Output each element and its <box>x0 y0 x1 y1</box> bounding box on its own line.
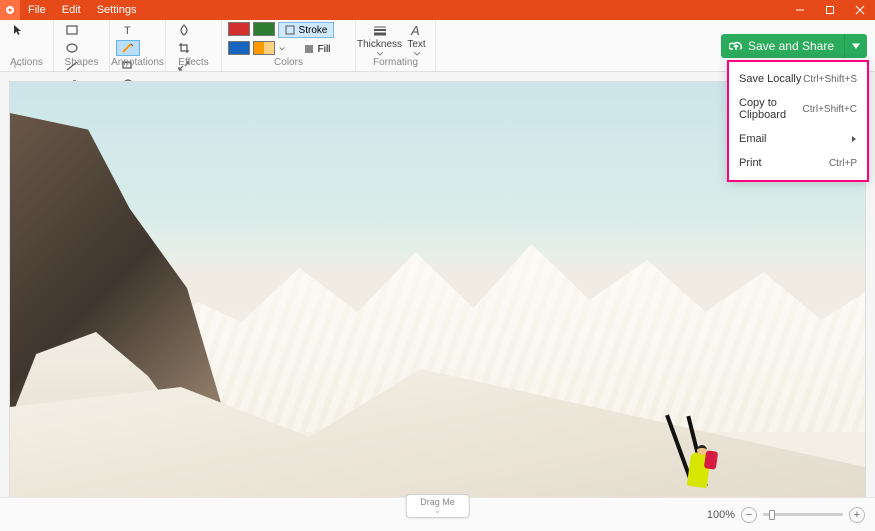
skier-figure <box>675 413 735 493</box>
status-bar: Drag Me ⌄ 100% − + <box>0 497 875 531</box>
menu-email[interactable]: Email <box>729 127 867 151</box>
svg-text:A: A <box>410 23 420 37</box>
menu-copy-clipboard-shortcut: Ctrl+Shift+C <box>803 104 857 115</box>
chevron-down-icon <box>377 52 383 56</box>
chevron-down-icon <box>414 52 420 56</box>
save-and-share-button[interactable]: Save and Share <box>721 34 844 58</box>
group-colors: Stroke Fill Colors <box>222 20 356 71</box>
group-actions: Actions <box>0 20 54 71</box>
menu-print[interactable]: Print Ctrl+P <box>729 151 867 175</box>
color-swatch-green[interactable] <box>253 22 275 36</box>
text-tool[interactable]: T <box>116 22 140 38</box>
menu-print-label: Print <box>739 157 762 169</box>
color-swatch-blue[interactable] <box>228 41 250 55</box>
fill-mode-button[interactable]: Fill <box>289 41 345 57</box>
group-shapes-label: Shapes <box>65 57 99 69</box>
ellipse-tool[interactable] <box>60 40 84 56</box>
menu-bar: File Edit Settings <box>20 1 144 19</box>
zoom-value: 100% <box>707 509 735 521</box>
menu-save-locally-label: Save Locally <box>739 73 801 85</box>
zoom-in-button[interactable]: + <box>849 507 865 523</box>
text-format-button[interactable]: A Text <box>402 22 432 56</box>
zoom-controls: 100% − + <box>707 507 875 523</box>
app-icon <box>0 0 20 20</box>
save-share-dropdown-menu: Save Locally Ctrl+Shift+S Copy to Clipbo… <box>727 60 869 182</box>
zoom-out-button[interactable]: − <box>741 507 757 523</box>
minimize-button[interactable] <box>785 0 815 20</box>
highlighter-tool[interactable] <box>116 40 140 56</box>
menu-copy-clipboard-label: Copy to Clipboard <box>739 97 803 121</box>
thickness-label: Thickness <box>357 39 402 50</box>
group-colors-label: Colors <box>274 57 303 69</box>
zoom-slider[interactable] <box>763 513 843 516</box>
fill-label: Fill <box>318 44 331 55</box>
menu-print-shortcut: Ctrl+P <box>829 158 857 169</box>
group-annotations: T T 1 Annotations <box>110 20 166 71</box>
group-annotations-label: Annotations <box>111 57 164 69</box>
text-label: Text <box>407 39 425 50</box>
save-and-share-label: Save and Share <box>748 39 834 53</box>
cloud-upload-icon <box>729 39 743 53</box>
rectangle-tool[interactable] <box>60 22 84 38</box>
stroke-mode-button[interactable]: Stroke <box>278 22 334 38</box>
color-picker-button[interactable] <box>278 41 286 57</box>
menu-save-locally[interactable]: Save Locally Ctrl+Shift+S <box>729 67 867 91</box>
menu-email-label: Email <box>739 133 767 145</box>
close-button[interactable] <box>845 0 875 20</box>
menu-file[interactable]: File <box>20 1 54 19</box>
color-swatch-orange[interactable] <box>253 41 275 55</box>
window-controls <box>785 0 875 20</box>
stroke-label: Stroke <box>299 25 328 36</box>
blur-tool[interactable] <box>172 22 196 38</box>
chevron-right-icon <box>851 136 857 142</box>
group-actions-label: Actions <box>10 57 43 69</box>
save-and-share-dropdown-toggle[interactable] <box>844 34 867 58</box>
chevron-down-icon: ⌄ <box>420 507 455 515</box>
chevron-down-icon <box>851 41 861 51</box>
thickness-button[interactable]: Thickness <box>360 22 400 56</box>
color-swatch-red[interactable] <box>228 22 250 36</box>
group-effects: Effects <box>166 20 222 71</box>
group-effects-label: Effects <box>178 57 208 69</box>
menu-settings[interactable]: Settings <box>89 1 145 19</box>
group-shapes: Shapes <box>54 20 110 71</box>
drag-handle[interactable]: Drag Me ⌄ <box>405 494 470 518</box>
select-tool[interactable] <box>6 22 30 38</box>
group-formatting-label: Formating <box>373 57 418 69</box>
save-and-share: Save and Share <box>721 34 867 58</box>
menu-copy-clipboard[interactable]: Copy to Clipboard Ctrl+Shift+C <box>729 91 867 127</box>
title-bar: File Edit Settings <box>0 0 875 20</box>
maximize-button[interactable] <box>815 0 845 20</box>
menu-save-locally-shortcut: Ctrl+Shift+S <box>803 74 857 85</box>
menu-edit[interactable]: Edit <box>54 1 89 19</box>
svg-text:T: T <box>124 25 131 36</box>
group-formatting: Thickness A Text Formating <box>356 20 436 71</box>
zoom-slider-thumb[interactable] <box>769 510 775 520</box>
crop-tool[interactable] <box>172 40 196 56</box>
